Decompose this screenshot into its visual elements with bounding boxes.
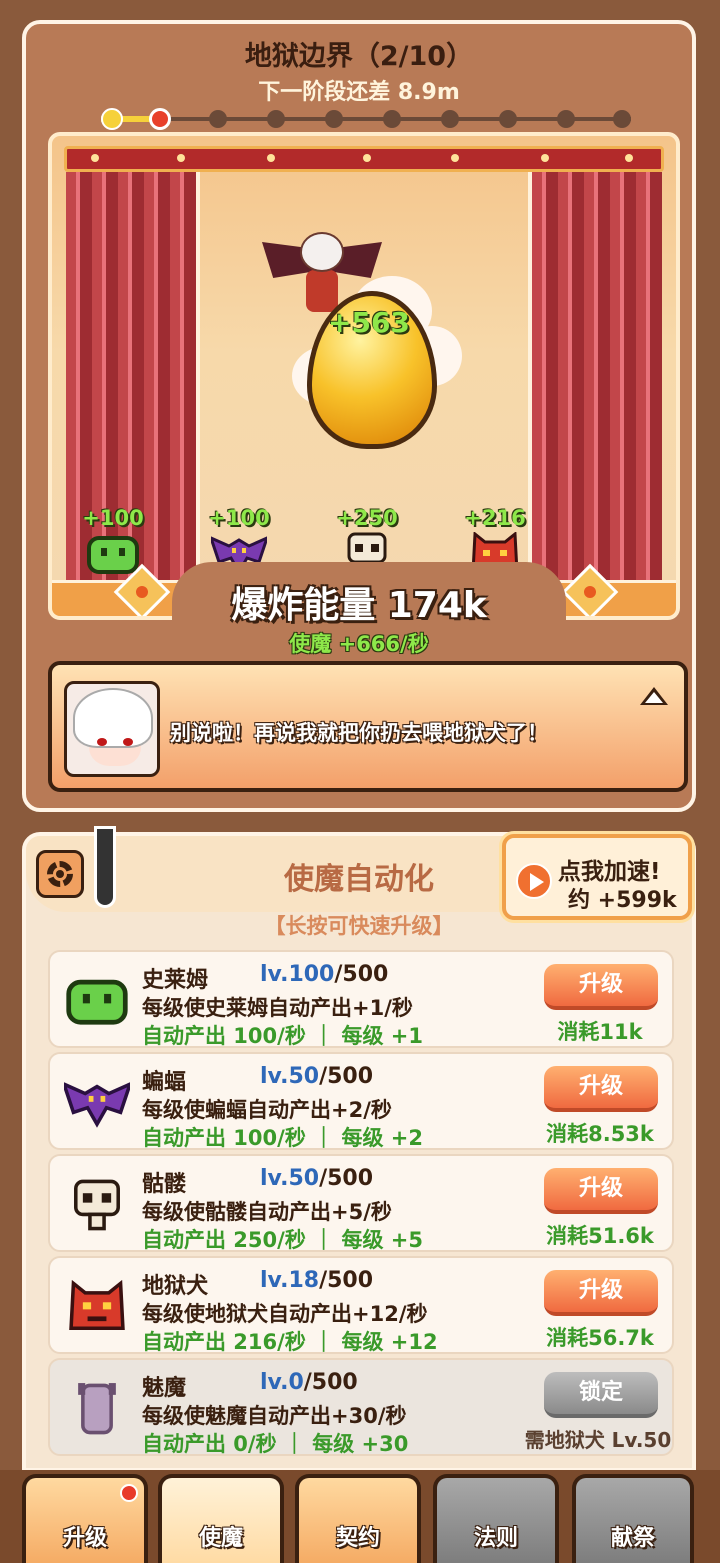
egg-gain-popup: +563 <box>328 306 410 339</box>
notification-dot <box>120 1484 138 1502</box>
slime-icon <box>66 979 128 1025</box>
stage-scene[interactable]: +563 +100 +100 +250 +216 <box>48 132 680 620</box>
stage-title: 地狱边界（2/10） <box>244 41 474 72</box>
familiar-level: lv.0/500 <box>260 1370 358 1395</box>
progress-node <box>101 108 123 130</box>
familiar-name: 地狱犬 <box>142 1274 209 1299</box>
progress-node <box>383 110 401 128</box>
upgrade-button[interactable]: 升级 <box>544 1066 658 1112</box>
succubus-icon <box>78 1383 116 1435</box>
tab-label: 献祭 <box>610 1526 655 1551</box>
familiar-rate: 使魔 +666/秒 <box>289 632 429 656</box>
progress-node <box>325 110 343 128</box>
minion-gain: +250 <box>336 506 398 530</box>
familiar-auto-output: 自动产出 0/秒 ｜ 每级 +30 <box>142 1432 409 1456</box>
bottom-tab-bar: 升级 使魔 契约 法则 献祭 <box>0 1470 720 1563</box>
progress-node-current <box>149 108 171 130</box>
tab-rules[interactable]: 法则 <box>433 1474 559 1563</box>
explosion-energy: 爆炸能量 174k <box>231 585 487 626</box>
familiar-row-slime: 史莱姆 lv.100/500 每级使史莱姆自动产出+1/秒 自动产出 100/秒… <box>48 950 674 1048</box>
hellhound-icon <box>69 1280 125 1330</box>
familiar-auto-output: 自动产出 250/秒 ｜ 每级 +5 <box>142 1228 423 1252</box>
progress-node <box>499 110 517 128</box>
familiar-level: lv.50/500 <box>260 1064 374 1089</box>
familiar-desc: 每级使史莱姆自动产出+1/秒 <box>142 996 413 1020</box>
familiar-auto-output: 自动产出 216/秒 ｜ 每级 +12 <box>142 1330 438 1354</box>
stage-progress <box>101 108 631 130</box>
familiar-name: 史莱姆 <box>142 968 209 993</box>
progress-node <box>613 110 631 128</box>
bat-icon <box>64 1082 130 1128</box>
tab-label: 契约 <box>335 1526 380 1551</box>
locked-button[interactable]: 锁定 <box>544 1372 658 1418</box>
familiar-name: 蝙蝠 <box>142 1070 187 1095</box>
minion-gain: +100 <box>82 506 144 530</box>
familiar-desc: 每级使魅魔自动产出+30/秒 <box>142 1404 407 1428</box>
progress-node <box>557 110 575 128</box>
tab-label: 升级 <box>62 1526 107 1551</box>
speed-up-button[interactable]: 点我加速! 约 +599k <box>502 834 692 920</box>
progress-node <box>441 110 459 128</box>
stage-panel: 地狱边界（2/10） 下一阶段还差 8.9m +563 +100 +100 +2… <box>22 20 696 812</box>
upgrade-cost: 消耗8.53k <box>546 1122 654 1146</box>
familiar-level: lv.18/500 <box>260 1268 374 1293</box>
collapse-triangle-icon[interactable] <box>640 687 668 705</box>
tab-sacrifice[interactable]: 献祭 <box>572 1474 694 1563</box>
dialog-text: 别说啦！再说我就把你扔去喂地狱犬了！ <box>170 721 548 745</box>
upgrade-button[interactable]: 升级 <box>544 1168 658 1214</box>
demon-girl-portrait <box>64 681 160 777</box>
familiar-desc: 每级使骷髅自动产出+5/秒 <box>142 1200 392 1224</box>
automation-panel: 使魔自动化 【长按可快速升级】 点我加速! 约 +599k 史莱姆 lv.100… <box>22 826 696 1472</box>
upgrade-cost: 消耗51.6k <box>546 1224 654 1248</box>
familiar-auto-output: 自动产出 100/秒 ｜ 每级 +1 <box>142 1024 423 1048</box>
next-phase-text: 下一阶段还差 8.9m <box>258 80 460 105</box>
familiar-auto-output: 自动产出 100/秒 ｜ 每级 +2 <box>142 1126 423 1150</box>
upgrade-cost: 消耗56.7k <box>546 1326 654 1350</box>
familiar-row-bat: 蝙蝠 lv.50/500 每级使蝙蝠自动产出+2/秒 自动产出 100/秒 ｜ … <box>48 1052 674 1150</box>
familiar-desc: 每级使蝙蝠自动产出+2/秒 <box>142 1098 392 1122</box>
familiar-list: 史莱姆 lv.100/500 每级使史莱姆自动产出+1/秒 自动产出 100/秒… <box>48 950 674 1460</box>
unlock-requirement: 需地狱犬 Lv.50 <box>524 1428 672 1452</box>
minion-slime: +100 <box>78 506 148 576</box>
tab-label: 使魔 <box>198 1526 243 1551</box>
familiar-row-hellhound: 地狱犬 lv.18/500 每级使地狱犬自动产出+12/秒 自动产出 216/秒… <box>48 1256 674 1354</box>
skull-icon <box>74 1179 120 1231</box>
tab-contract[interactable]: 契约 <box>295 1474 421 1563</box>
familiar-level: lv.100/500 <box>260 962 389 987</box>
tab-familiars[interactable]: 使魔 <box>158 1474 284 1563</box>
familiar-row-succubus: 魅魔 lv.0/500 每级使魅魔自动产出+30/秒 自动产出 0/秒 ｜ 每级… <box>48 1358 674 1456</box>
dialog-box[interactable]: 别说啦！再说我就把你扔去喂地狱犬了！ <box>48 661 688 792</box>
speed-up-reward: 约 +599k <box>568 888 677 913</box>
progress-node <box>267 110 285 128</box>
tab-upgrade[interactable]: 升级 <box>22 1474 148 1563</box>
familiar-name: 魅魔 <box>142 1376 187 1401</box>
familiar-desc: 每级使地狱犬自动产出+12/秒 <box>142 1302 428 1326</box>
curtain-valance <box>64 146 664 172</box>
minion-gain: +216 <box>464 506 526 530</box>
curtain-right <box>528 172 662 602</box>
familiar-level: lv.50/500 <box>260 1166 374 1191</box>
familiar-row-skeleton: 骷髅 lv.50/500 每级使骷髅自动产出+5/秒 自动产出 250/秒 ｜ … <box>48 1154 674 1252</box>
upgrade-cost: 消耗11k <box>557 1020 643 1044</box>
speed-up-label: 点我加速! <box>558 859 661 885</box>
progress-node <box>209 110 227 128</box>
play-icon <box>516 863 552 899</box>
tab-label: 法则 <box>473 1526 518 1551</box>
upgrade-button[interactable]: 升级 <box>544 964 658 1010</box>
minion-gain: +100 <box>208 506 270 530</box>
slime-icon <box>87 536 139 574</box>
upgrade-button[interactable]: 升级 <box>544 1270 658 1316</box>
familiar-name: 骷髅 <box>142 1172 187 1197</box>
